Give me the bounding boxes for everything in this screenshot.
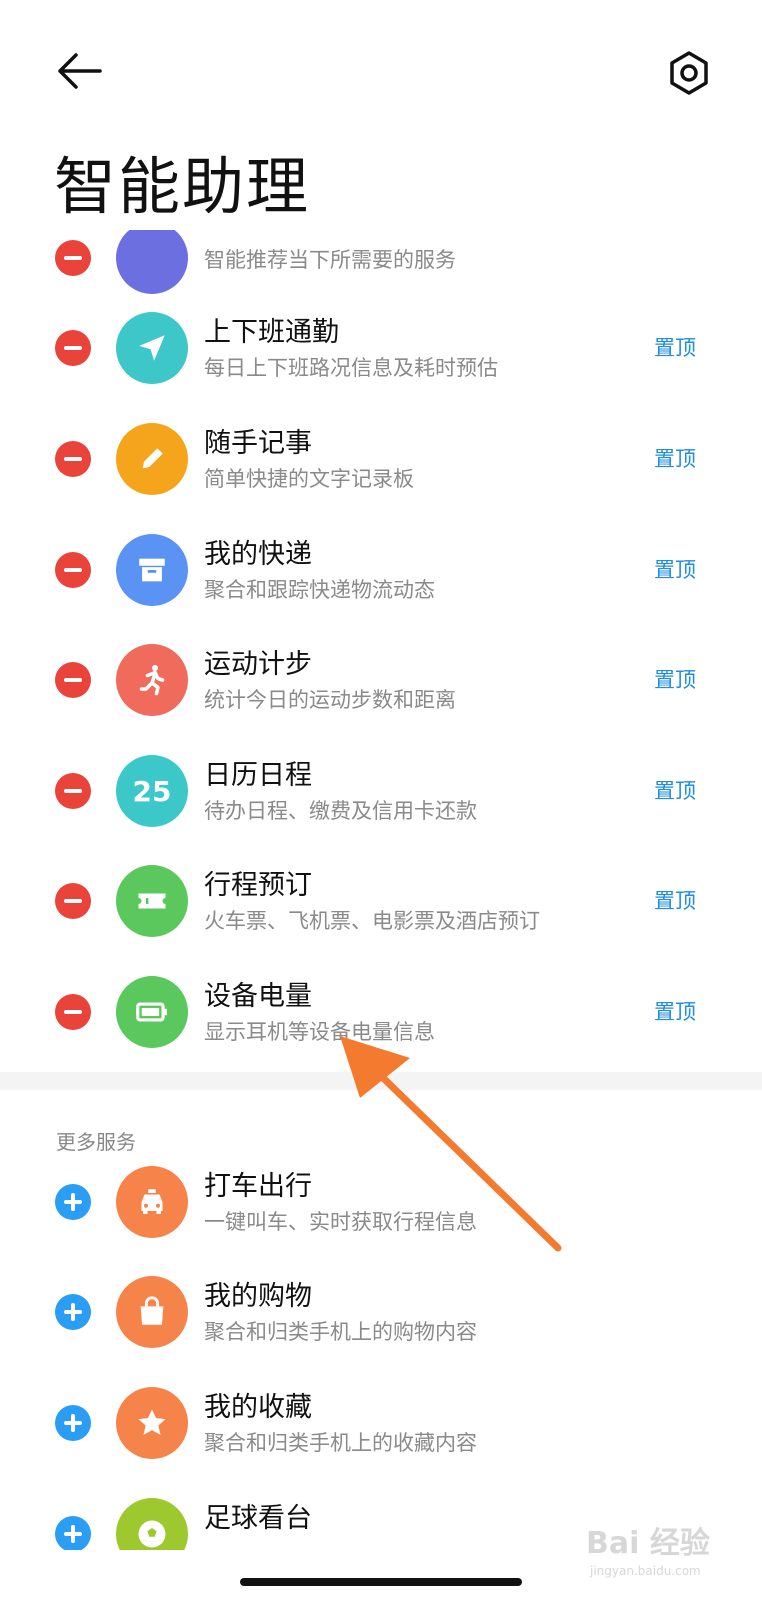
- calendar-date-number: 25: [132, 774, 172, 808]
- watermark-url: jingyan.baidu.com: [590, 1564, 701, 1578]
- list-item-calendar[interactable]: 25 日历日程 待办日程、缴费及信用卡还款 置顶: [0, 735, 762, 847]
- remove-button[interactable]: [55, 994, 91, 1030]
- list-item-notes[interactable]: 随手记事 简单快捷的文字记录板 置顶: [0, 403, 762, 515]
- shopping-bag-icon: [116, 1276, 188, 1348]
- item-title: 我的购物: [204, 1281, 312, 1312]
- ticket-icon: [116, 865, 188, 937]
- app-header: 智能助理: [0, 0, 762, 230]
- running-person-icon: [116, 644, 188, 716]
- item-title: 我的快递: [204, 539, 312, 570]
- item-description: 每日上下班路况信息及耗时预估: [204, 356, 498, 380]
- remove-button[interactable]: [55, 883, 91, 919]
- remove-button[interactable]: [55, 441, 91, 477]
- list-item-express[interactable]: 我的快递 聚合和跟踪快递物流动态 置顶: [0, 514, 762, 626]
- navigation-arrow-icon: [116, 312, 188, 384]
- pin-to-top-button[interactable]: 置顶: [654, 775, 696, 805]
- pin-to-top-button[interactable]: 置顶: [654, 996, 696, 1026]
- section-divider: [0, 1072, 762, 1090]
- remove-button[interactable]: [55, 662, 91, 698]
- item-description: 一键叫车、实时获取行程信息: [204, 1210, 477, 1234]
- item-title: 我的收藏: [204, 1392, 312, 1423]
- item-description: 聚合和归类手机上的购物内容: [204, 1320, 477, 1344]
- item-title: 运动计步: [204, 649, 312, 680]
- item-title: 随手记事: [204, 428, 312, 459]
- list-item-shopping[interactable]: 我的购物 聚合和归类手机上的购物内容: [0, 1256, 762, 1368]
- item-description: 聚合和跟踪快递物流动态: [204, 578, 435, 602]
- list-item-commute[interactable]: 上下班通勤 每日上下班路况信息及耗时预估 置顶: [0, 292, 762, 404]
- item-description: 显示耳机等设备电量信息: [204, 1020, 435, 1044]
- add-button[interactable]: [55, 1294, 91, 1330]
- pencil-icon: [116, 423, 188, 495]
- soccer-ball-icon: [116, 1498, 188, 1550]
- list-item-favorites[interactable]: 我的收藏 聚合和归类手机上的收藏内容: [0, 1367, 762, 1479]
- remove-button[interactable]: [55, 552, 91, 588]
- item-title: 打车出行: [204, 1171, 312, 1202]
- list-item-steps[interactable]: 运动计步 统计今日的运动步数和距离 置顶: [0, 624, 762, 736]
- battery-icon: [116, 976, 188, 1048]
- smart-recommend-icon: [116, 222, 188, 294]
- settings-icon[interactable]: [662, 46, 716, 100]
- page-title: 智能助理: [54, 150, 311, 223]
- star-icon: [116, 1387, 188, 1459]
- taxi-icon: [116, 1166, 188, 1238]
- add-button[interactable]: [55, 1516, 91, 1550]
- item-title: 足球看台: [204, 1503, 312, 1534]
- item-title: 设备电量: [204, 981, 312, 1012]
- item-description: 待办日程、缴费及信用卡还款: [204, 799, 477, 823]
- list-item-battery[interactable]: 设备电量 显示耳机等设备电量信息 置顶: [0, 956, 762, 1068]
- home-indicator[interactable]: [240, 1578, 522, 1586]
- watermark-logo: Bai 经验 jingyan.baidu.com: [586, 1506, 736, 1582]
- item-title: 上下班通勤: [204, 317, 339, 348]
- item-description: 简单快捷的文字记录板: [204, 467, 414, 491]
- back-arrow-icon[interactable]: [52, 46, 108, 96]
- add-button[interactable]: [55, 1184, 91, 1220]
- add-button[interactable]: [55, 1405, 91, 1441]
- item-description: 火车票、飞机票、电影票及酒店预订: [204, 909, 540, 933]
- pin-to-top-button[interactable]: 置顶: [654, 443, 696, 473]
- remove-button[interactable]: [55, 240, 91, 276]
- calendar-date-icon: 25: [116, 755, 188, 827]
- pin-to-top-button[interactable]: 置顶: [654, 664, 696, 694]
- pin-to-top-button[interactable]: 置顶: [654, 885, 696, 915]
- item-title: 日历日程: [204, 760, 312, 791]
- remove-button[interactable]: [55, 773, 91, 809]
- list-item-taxi[interactable]: 打车出行 一键叫车、实时获取行程信息: [0, 1146, 762, 1258]
- item-title: 行程预订: [204, 870, 312, 901]
- pin-to-top-button[interactable]: 置顶: [654, 554, 696, 584]
- archive-box-icon: [116, 534, 188, 606]
- remove-button[interactable]: [55, 330, 91, 366]
- watermark-text: Bai 经验: [586, 1526, 710, 1561]
- item-description: 聚合和归类手机上的收藏内容: [204, 1431, 477, 1455]
- item-description: 智能推荐当下所需要的服务: [204, 248, 456, 272]
- item-description: 统计今日的运动步数和距离: [204, 688, 456, 712]
- pin-to-top-button[interactable]: 置顶: [654, 332, 696, 362]
- list-item-booking[interactable]: 行程预订 火车票、飞机票、电影票及酒店预订 置顶: [0, 845, 762, 957]
